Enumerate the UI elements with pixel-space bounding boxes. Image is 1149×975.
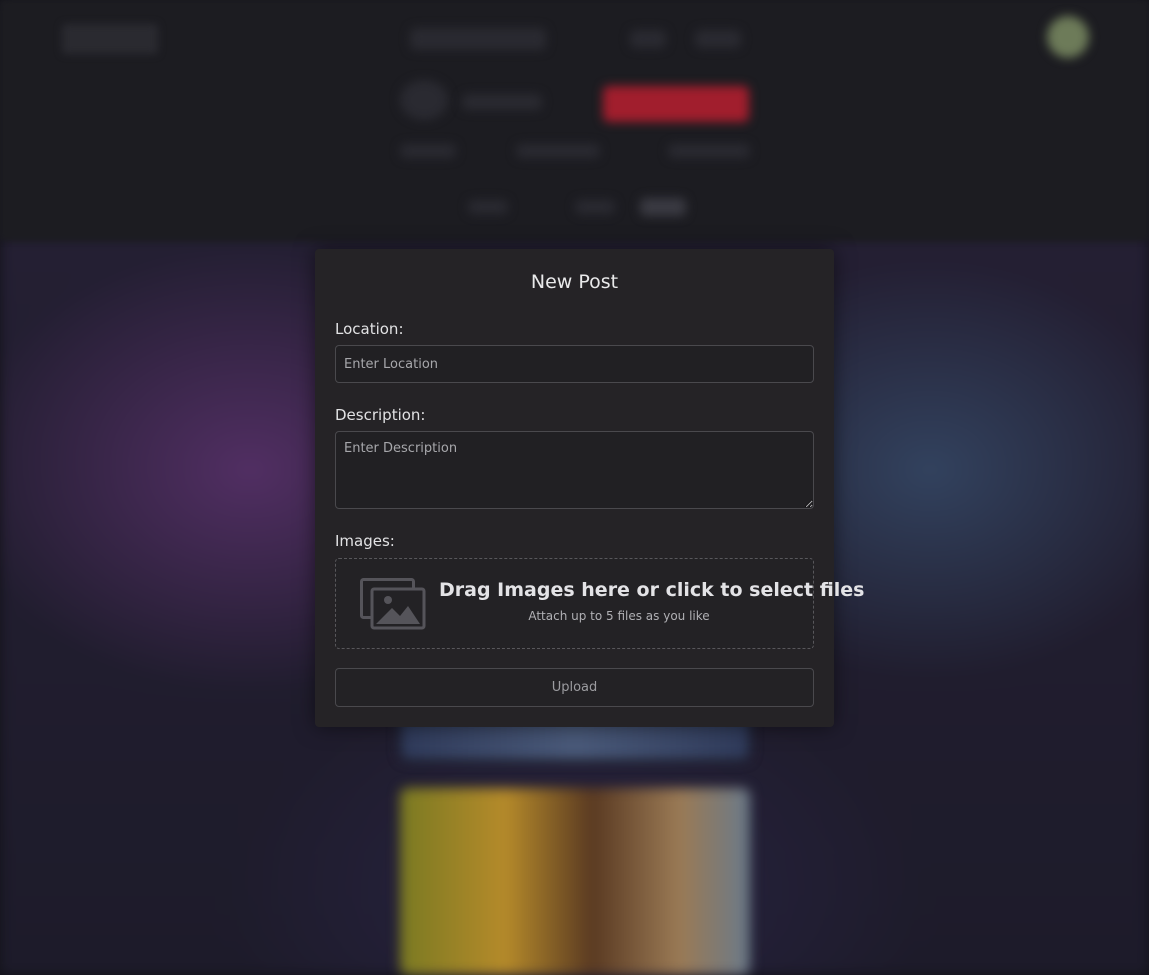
image-dropzone[interactable]: Drag Images here or click to select file… xyxy=(335,558,865,649)
images-label: Images: xyxy=(335,532,395,550)
blurred-logo xyxy=(62,24,158,54)
blurred-nav-item xyxy=(630,30,666,48)
blurred-action-button xyxy=(603,86,749,122)
blurred-avatar xyxy=(1047,16,1089,58)
blurred-stat xyxy=(668,144,750,158)
dropzone-subtitle: Attach up to 5 files as you like xyxy=(528,609,710,623)
blurred-tab xyxy=(468,200,508,214)
location-label: Location: xyxy=(335,320,404,338)
blurred-tab xyxy=(575,200,615,214)
blurred-post-card xyxy=(400,788,750,975)
dropzone-text: Drag Images here or click to select file… xyxy=(439,579,865,623)
dropzone-title: Drag Images here or click to select file… xyxy=(439,579,865,601)
location-input[interactable] xyxy=(335,345,814,383)
blurred-profile-pic xyxy=(400,80,448,120)
blurred-stat xyxy=(516,144,600,158)
blurred-profile-name xyxy=(462,94,542,110)
new-post-modal: New Post Location: Description: Images: … xyxy=(315,249,865,727)
images-icon xyxy=(360,578,426,630)
upload-button[interactable]: Upload xyxy=(335,668,814,707)
app-root: New Post Location: Description: Images: … xyxy=(0,0,1149,975)
blurred-nav-item xyxy=(410,28,546,50)
blurred-nav-item xyxy=(695,30,741,48)
blurred-tab xyxy=(640,198,686,216)
blurred-stat xyxy=(400,144,456,158)
description-label: Description: xyxy=(335,406,426,424)
modal-title: New Post xyxy=(530,271,619,293)
description-textarea[interactable] xyxy=(335,431,814,509)
